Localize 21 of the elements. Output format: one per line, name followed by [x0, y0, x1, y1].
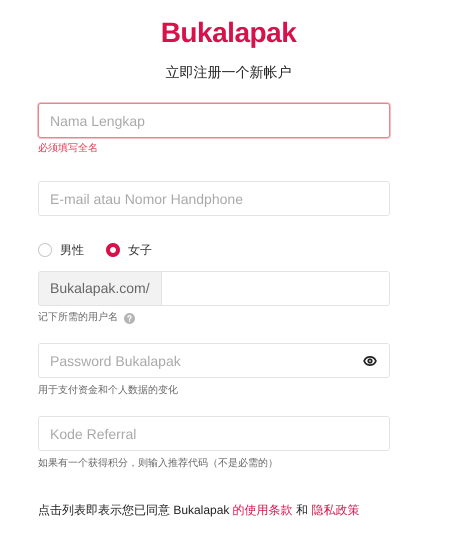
radio-label: 女子 [128, 242, 152, 259]
radio-button[interactable] [38, 243, 52, 257]
page-title: 立即注册一个新帐户 [166, 64, 292, 83]
show-password-icon[interactable] [363, 354, 377, 368]
logo: Bukalapak [160, 18, 296, 48]
privacy-link[interactable]: 隐私政策 [311, 503, 360, 517]
error-message: 必须填写全名 [38, 142, 99, 156]
url-prefix: Bukalapak.com/ [38, 271, 162, 306]
radio-button[interactable] [106, 243, 120, 257]
password-field[interactable]: Password Bukalapak [38, 343, 390, 378]
username-field[interactable] [162, 271, 390, 306]
name-field[interactable]: Nama Lengkap [38, 103, 390, 138]
radio-label: 男性 [60, 242, 84, 259]
field-hint: 用于支付资金和个人数据的变化 [38, 384, 179, 398]
contact-field[interactable]: E-mail atau Nomor Handphone [38, 181, 390, 216]
field-hint: 记下所需的用户名 [38, 311, 118, 325]
help-icon[interactable] [124, 312, 135, 324]
agreement-text: 点击列表即表示您已同意 Bukalapak 的使用条款 和 隐私政策 [38, 502, 360, 518]
terms-link[interactable]: 的使用条款 [232, 503, 293, 517]
field-hint: 如果有一个获得积分，则输入推荐代码（不是必需的） [38, 457, 279, 471]
referral-field[interactable]: Kode Referral [38, 416, 390, 451]
